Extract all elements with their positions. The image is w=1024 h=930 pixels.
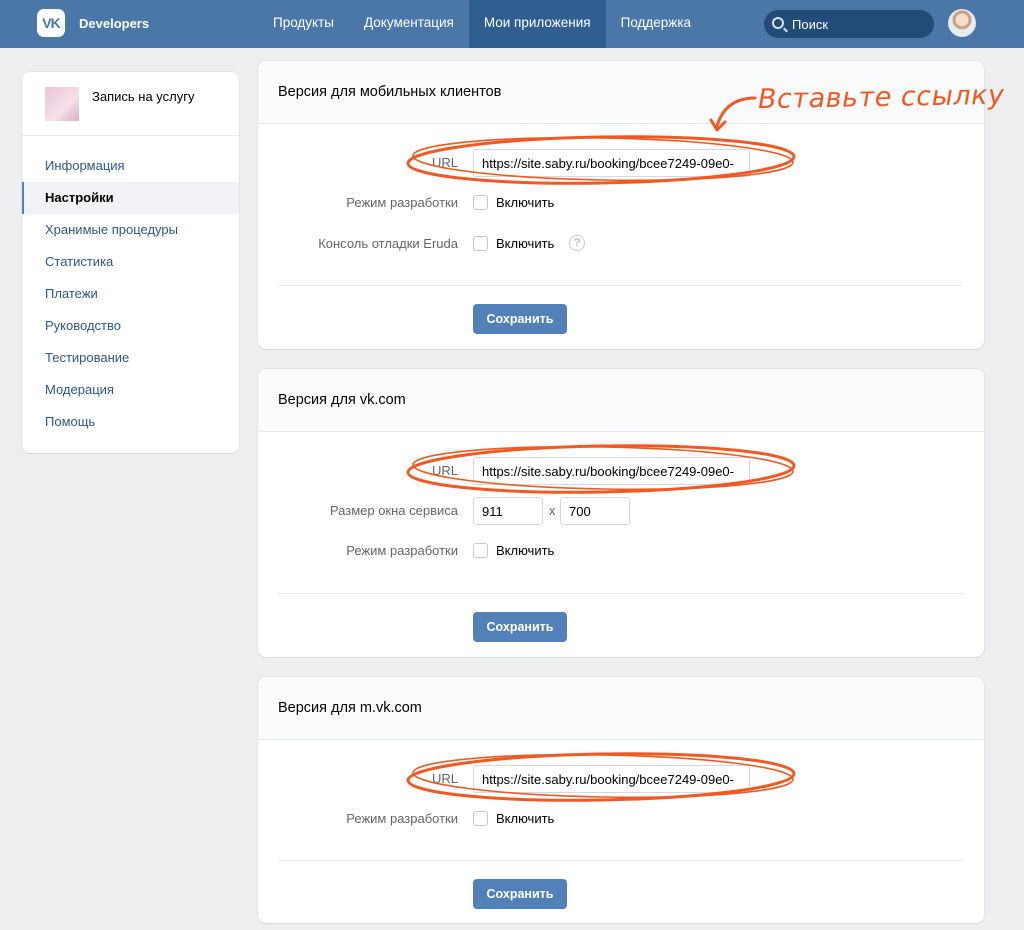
sidebar-item-info[interactable]: Информация	[22, 150, 239, 182]
sidebar-item-testing[interactable]: Тестирование	[22, 342, 239, 374]
eruda-label: Консоль отладки Eruda	[318, 236, 458, 251]
sidebar-item-guide[interactable]: Руководство	[22, 310, 239, 342]
eruda-row: Консоль отладки Eruda Включить ?	[258, 228, 984, 260]
dev-mode-row: Режим разработки Включить	[258, 187, 984, 219]
height-input[interactable]	[560, 497, 630, 525]
url-label: URL	[431, 155, 458, 170]
app-header: Запись на услугу	[22, 72, 239, 136]
search-icon	[772, 17, 784, 29]
panel-title: Версия для мобильных клиентов	[278, 84, 502, 100]
sidebar-item-statistics[interactable]: Статистика	[22, 246, 239, 278]
url-row: URL	[258, 147, 984, 179]
nav-documentation[interactable]: Документация	[349, 0, 469, 48]
divider	[278, 593, 963, 594]
url-label: URL	[431, 463, 458, 478]
dev-mode-check-label[interactable]: Включить	[496, 811, 554, 826]
url-input[interactable]	[473, 149, 750, 177]
panel-header: Версия для m.vk.com	[258, 677, 984, 740]
annotation-text: Вставьте ссылку	[757, 79, 1005, 116]
sidebar-item-stored-procedures[interactable]: Хранимые процедуры	[22, 214, 239, 246]
url-row: URL	[258, 763, 984, 795]
mvkcom-version-panel: Версия для m.vk.com URL Режим разработки…	[258, 677, 984, 923]
vk-logo-icon[interactable]: VK	[37, 9, 65, 37]
panel-title: Версия для m.vk.com	[278, 700, 422, 716]
vkcom-version-panel: Версия для vk.com URL Размер окна сервис…	[258, 369, 984, 657]
search-input[interactable]	[792, 15, 927, 33]
url-input[interactable]	[473, 457, 750, 485]
dev-mode-checkbox[interactable]	[473, 543, 488, 558]
panel-header: Версия для vk.com	[258, 369, 984, 432]
sidebar-item-payments[interactable]: Платежи	[22, 278, 239, 310]
url-row: URL	[258, 455, 984, 487]
app-icon	[45, 87, 79, 121]
url-label: URL	[431, 771, 458, 786]
nav-products[interactable]: Продукты	[258, 0, 349, 48]
top-nav: Продукты Документация Мои приложения Под…	[258, 0, 706, 48]
dev-mode-row: Режим разработки Включить	[258, 803, 984, 835]
dev-mode-row: Режим разработки Включить	[258, 535, 984, 567]
brand-name[interactable]: Developers	[79, 16, 149, 31]
dev-mode-label: Режим разработки	[346, 543, 458, 558]
dev-mode-label: Режим разработки	[346, 195, 458, 210]
window-size-row: Размер окна сервиса x	[258, 495, 984, 527]
dev-mode-label: Режим разработки	[346, 811, 458, 826]
dev-mode-checkbox[interactable]	[473, 195, 488, 210]
app-sidebar: Запись на услугу Информация Настройки Хр…	[22, 72, 239, 453]
app-name: Запись на услугу	[92, 89, 195, 104]
help-icon[interactable]: ?	[569, 235, 585, 251]
sidebar-menu: Информация Настройки Хранимые процедуры …	[22, 150, 239, 438]
dev-mode-check-label[interactable]: Включить	[496, 543, 554, 558]
save-button[interactable]: Сохранить	[473, 879, 567, 909]
nav-my-apps[interactable]: Мои приложения	[468, 0, 606, 48]
nav-support[interactable]: Поддержка	[606, 0, 706, 48]
save-button[interactable]: Сохранить	[473, 612, 567, 642]
eruda-checkbox[interactable]	[473, 236, 488, 251]
panel-title: Версия для vk.com	[278, 392, 406, 408]
sidebar-item-moderation[interactable]: Модерация	[22, 374, 239, 406]
width-input[interactable]	[473, 497, 543, 525]
annotation-arrow-icon	[709, 96, 757, 132]
save-button[interactable]: Сохранить	[473, 304, 567, 334]
sidebar-item-help[interactable]: Помощь	[22, 406, 239, 438]
url-input[interactable]	[473, 765, 750, 793]
divider	[278, 860, 963, 861]
window-size-label: Размер окна сервиса	[329, 503, 458, 518]
eruda-check-label[interactable]: Включить	[496, 236, 554, 251]
divider	[278, 285, 963, 286]
user-avatar[interactable]	[948, 9, 976, 37]
sidebar-item-settings[interactable]: Настройки	[22, 182, 239, 214]
times-sign: x	[549, 503, 556, 518]
dev-mode-checkbox[interactable]	[473, 811, 488, 826]
top-header: VK Developers Продукты Документация Мои …	[0, 0, 1024, 48]
dev-mode-check-label[interactable]: Включить	[496, 195, 554, 210]
search-box[interactable]	[764, 10, 934, 38]
